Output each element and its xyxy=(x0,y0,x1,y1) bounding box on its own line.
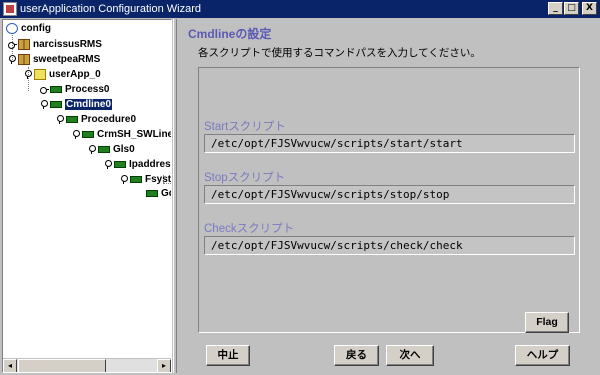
userapp-icon xyxy=(34,68,46,80)
tree-node-crmsh-swline[interactable]: CrmSH_SWLine xyxy=(72,127,172,141)
resource-icon xyxy=(50,100,62,108)
tree-node-userapp[interactable]: userApp_0 xyxy=(24,67,101,81)
tree-node-process0[interactable]: Process0 xyxy=(40,82,109,96)
back-button[interactable]: 戻る xyxy=(334,345,379,366)
tree-node-gls0[interactable]: Gls0 xyxy=(88,142,135,156)
page-title: Cmdlineの設定 xyxy=(188,27,272,41)
title-bar: userApplication Configuration Wizard _ □… xyxy=(0,0,600,18)
tree-node-label: Gls0 xyxy=(113,143,135,155)
resource-tree: config narcissusRMS sweetpeaRMS userApp_… xyxy=(2,19,172,373)
tree-node-gd[interactable]: Gd xyxy=(146,186,171,200)
scrollbar-thumb[interactable] xyxy=(18,359,106,372)
check-script-label: Checkスクリプト xyxy=(204,223,295,235)
flag-button[interactable]: Flag xyxy=(525,312,569,333)
resource-icon xyxy=(98,145,110,153)
resource-icon xyxy=(146,189,158,197)
rms-node-icon xyxy=(18,38,30,50)
tree-node-narcissusrms[interactable]: narcissusRMS xyxy=(8,37,102,51)
stop-script-label: Stopスクリプト xyxy=(204,172,286,184)
collapse-handle-icon[interactable] xyxy=(104,160,112,169)
config-icon xyxy=(6,22,18,34)
tree-node-label: CrmSH_SWLine xyxy=(97,128,172,140)
stop-script-field[interactable]: /etc/opt/FJSVwvucw/scripts/stop/stop xyxy=(204,185,575,204)
minimize-button[interactable]: _ xyxy=(548,2,563,15)
tree-node-label: narcissusRMS xyxy=(33,38,102,50)
close-button[interactable]: X xyxy=(582,2,597,15)
collapse-handle-icon[interactable] xyxy=(56,115,64,124)
resource-icon xyxy=(50,85,62,93)
tree-node-label: Procedure0 xyxy=(81,113,137,125)
panel-splitter[interactable] xyxy=(173,19,177,373)
window-title: userApplication Configuration Wizard xyxy=(20,3,201,15)
collapse-handle-icon[interactable] xyxy=(24,70,32,79)
tree-node-fsystem[interactable]: Fsyste xyxy=(120,172,172,186)
tree-node-config[interactable]: config xyxy=(6,21,51,35)
tree-node-label: Process0 xyxy=(65,83,110,95)
resource-icon xyxy=(66,115,78,123)
tree-node-cmdline0[interactable]: Cmdline0 xyxy=(40,97,113,111)
main-content: Cmdlineの設定 各スクリプトで使用するコマンドパスを入力してください。 S… xyxy=(178,19,598,373)
tree-node-label: Ipaddress xyxy=(129,158,172,170)
cancel-button[interactable]: 中止 xyxy=(206,345,250,366)
next-button[interactable]: 次へ xyxy=(386,345,434,366)
tree-node-ipaddress[interactable]: Ipaddress xyxy=(104,157,172,171)
tree-node-label: Fsyste xyxy=(145,173,172,185)
collapse-handle-icon[interactable] xyxy=(72,130,80,139)
tree-node-label: Gd xyxy=(161,187,171,199)
start-script-field[interactable]: /etc/opt/FJSVwvucw/scripts/start/start xyxy=(204,134,575,153)
scroll-right-icon[interactable]: ▸ xyxy=(157,359,171,372)
resource-icon xyxy=(114,160,126,168)
start-script-label: Startスクリプト xyxy=(204,121,286,133)
collapse-handle-icon[interactable] xyxy=(40,100,48,109)
resource-icon xyxy=(82,130,94,138)
tree-node-procedure0[interactable]: Procedure0 xyxy=(56,112,136,126)
instruction-text: 各スクリプトで使用するコマンドパスを入力してください。 xyxy=(198,47,481,59)
script-settings-panel: Startスクリプト /etc/opt/FJSVwvucw/scripts/st… xyxy=(198,67,580,333)
help-button[interactable]: ヘルプ xyxy=(515,345,570,366)
collapse-handle-icon[interactable] xyxy=(88,145,96,154)
collapse-handle-icon[interactable] xyxy=(8,55,16,64)
tree-node-label: Cmdline0 xyxy=(65,98,113,110)
tree-node-label: userApp_0 xyxy=(49,68,101,80)
tree-node-label: config xyxy=(21,22,51,34)
rms-node-icon xyxy=(18,53,30,65)
maximize-button[interactable]: □ xyxy=(564,2,579,15)
tree-node-label: sweetpeaRMS xyxy=(33,53,101,65)
expand-handle-icon[interactable] xyxy=(40,85,49,94)
scroll-left-icon[interactable]: ◂ xyxy=(3,359,17,372)
check-script-field[interactable]: /etc/opt/FJSVwvucw/scripts/check/check xyxy=(204,236,575,255)
expand-handle-icon[interactable] xyxy=(8,40,17,49)
window-controls: _ □ X xyxy=(548,2,597,15)
app-icon xyxy=(3,2,17,16)
tree-node-sweetpearms[interactable]: sweetpeaRMS xyxy=(8,52,100,66)
tree-horizontal-scrollbar[interactable]: ◂ ▸ xyxy=(3,358,171,372)
collapse-handle-icon[interactable] xyxy=(120,175,128,184)
resource-icon xyxy=(130,175,142,183)
